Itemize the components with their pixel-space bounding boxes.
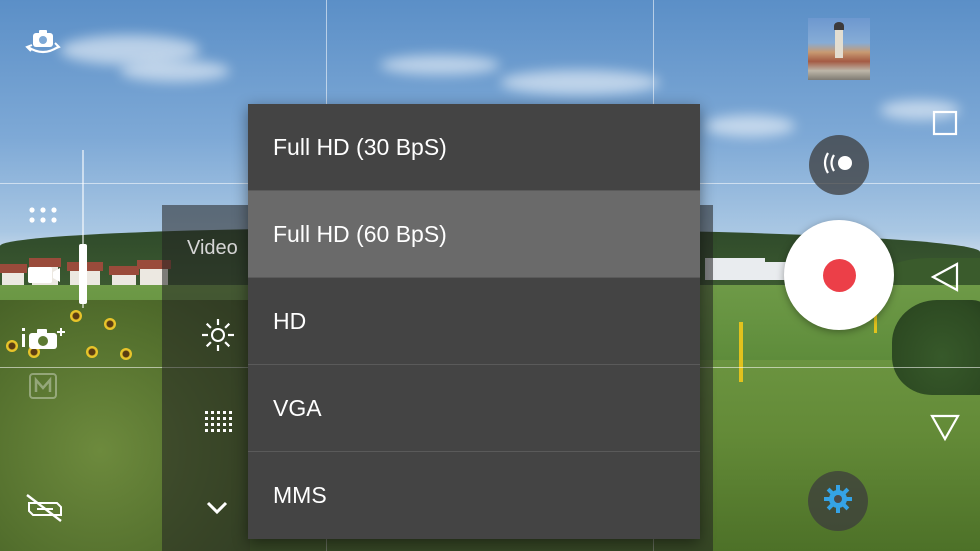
menu-item-mms[interactable]: MMS	[248, 452, 700, 539]
cloud	[705, 115, 795, 137]
switch-camera-button[interactable]	[22, 26, 64, 60]
record-icon	[822, 258, 856, 292]
sunflower	[86, 346, 98, 358]
broadcast-button[interactable]	[809, 135, 869, 195]
recents-button[interactable]	[930, 108, 960, 138]
sunflower	[104, 318, 116, 330]
zoom-slider-handle[interactable]	[79, 244, 87, 304]
mode-grid-button[interactable]	[26, 204, 60, 226]
manual-mode-button[interactable]	[28, 372, 58, 400]
brightness-icon	[199, 316, 237, 354]
sunflower	[70, 310, 82, 322]
mode-grid-icon	[27, 205, 59, 225]
broadcast-icon	[818, 150, 860, 181]
record-button[interactable]	[784, 220, 894, 330]
photo-info-icon	[19, 325, 69, 351]
back-button[interactable]	[928, 260, 962, 294]
settings-button[interactable]	[808, 471, 868, 531]
resolution-menu: Full HD (30 BpS) Full HD (60 BpS) HD VGA…	[248, 104, 700, 539]
bushes	[892, 300, 980, 395]
thumbnail-tower	[834, 22, 844, 58]
grid-overlay-icon	[203, 409, 233, 435]
brightness-button[interactable]	[198, 315, 238, 355]
menu-item-full-hd-60[interactable]: Full HD (60 BpS)	[248, 191, 700, 278]
menu-item-full-hd-30[interactable]: Full HD (30 BpS)	[248, 104, 700, 191]
marker-stake	[739, 322, 743, 382]
menu-item-hd[interactable]: HD	[248, 278, 700, 365]
flash-off-icon	[23, 493, 65, 523]
collapse-panel-button[interactable]	[200, 495, 234, 519]
building	[705, 258, 765, 280]
menu-item-vga[interactable]: VGA	[248, 365, 700, 452]
cloud	[120, 60, 230, 82]
home-button[interactable]	[928, 410, 962, 444]
home-down-triangle-icon	[929, 411, 961, 443]
grid-overlay-button[interactable]	[201, 407, 235, 437]
photo-info-button[interactable]	[18, 324, 70, 352]
switch-camera-icon	[23, 27, 63, 59]
cloud	[380, 55, 500, 75]
manual-mode-icon	[29, 373, 57, 399]
gallery-thumbnail[interactable]	[808, 18, 870, 80]
mode-label: Video	[187, 237, 238, 259]
back-triangle-icon	[929, 261, 961, 293]
marker-stake	[874, 315, 877, 333]
cloud	[500, 70, 660, 95]
flash-off-button[interactable]	[22, 492, 66, 524]
chevron-down-icon	[203, 497, 231, 517]
gear-icon	[823, 484, 853, 519]
video-mode-button[interactable]	[24, 262, 64, 288]
recents-square-icon	[932, 110, 958, 136]
sunflower	[6, 340, 18, 352]
sunflower	[120, 348, 132, 360]
video-camera-icon	[26, 264, 62, 286]
